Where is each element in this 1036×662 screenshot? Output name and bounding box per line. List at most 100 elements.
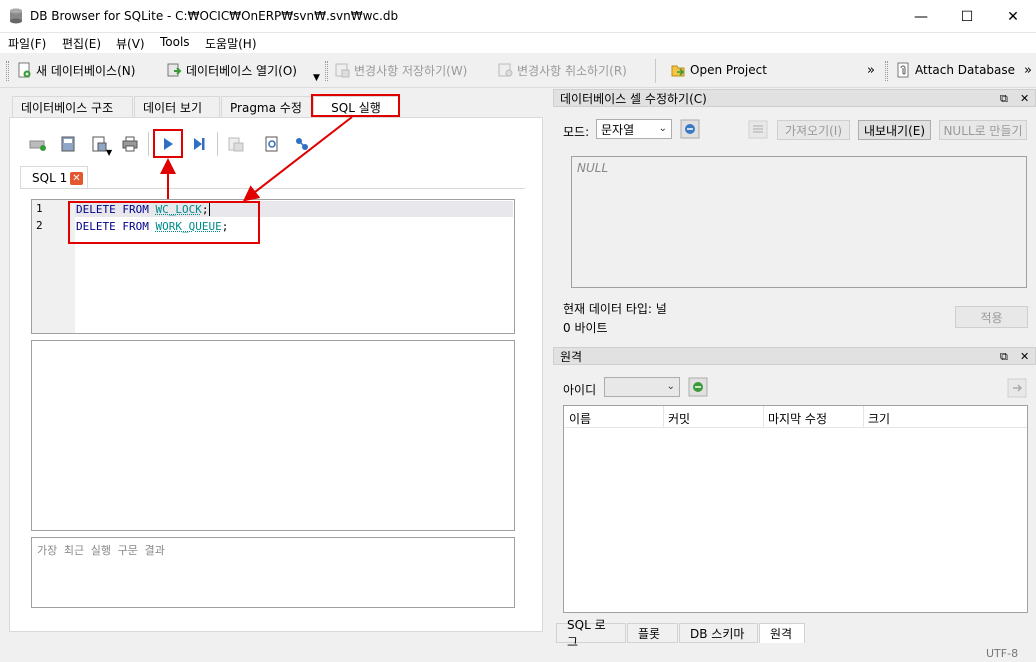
remote-settings-icon[interactable] xyxy=(688,377,708,397)
results-grid[interactable] xyxy=(31,340,515,531)
data-type-label: 현재 데이터 타입: 널 xyxy=(563,302,667,316)
menu-tools[interactable]: Tools xyxy=(160,35,190,49)
toolbar-grip[interactable] xyxy=(6,61,9,81)
write-changes-label: 변경사항 저장하기(W) xyxy=(354,63,468,78)
chevron-down-icon: ⌄ xyxy=(666,381,675,392)
write-changes-icon xyxy=(335,63,350,78)
menu-edit[interactable]: 편집(E) xyxy=(62,35,101,52)
column-header[interactable]: 크기 xyxy=(868,410,890,427)
print-icon[interactable] xyxy=(121,135,139,153)
maximize-button[interactable]: ☐ xyxy=(944,0,990,33)
execute-line-icon[interactable] xyxy=(190,135,208,153)
dock-title-label: 원격 xyxy=(560,349,583,364)
remote-upload-icon[interactable] xyxy=(1007,378,1027,398)
attach-database-button[interactable]: Attach Database xyxy=(895,59,1015,81)
identity-label: 아이디 xyxy=(563,383,597,397)
new-database-label: 새 데이터베이스(N) xyxy=(36,63,136,78)
data-size-label: 0 바이트 xyxy=(563,321,608,335)
menu-help[interactable]: 도움말(H) xyxy=(205,35,257,52)
close-dock-icon[interactable]: ✕ xyxy=(1020,92,1029,105)
annotation-highlight-tab xyxy=(311,94,400,117)
column-divider xyxy=(663,406,664,428)
sql-editor-tab[interactable]: SQL 1 ✕ xyxy=(20,166,88,189)
new-database-icon xyxy=(18,62,31,78)
mode-label: 모드: xyxy=(563,125,590,139)
open-database-button[interactable]: 데이터베이스 열기(O) xyxy=(166,59,297,81)
tab-plot[interactable]: 플롯 xyxy=(627,623,678,643)
chevron-down-icon: ⌄ xyxy=(658,123,667,134)
editor-toolbar-separator xyxy=(217,132,218,156)
open-project-button[interactable]: Open Project xyxy=(670,59,767,81)
mode-select-value: 문자열 xyxy=(601,122,635,137)
new-database-button[interactable]: 새 데이터베이스(N) xyxy=(16,59,135,81)
export-results-icon[interactable] xyxy=(227,135,245,153)
cell-editor[interactable]: NULL xyxy=(571,156,1027,288)
line-number: 1 xyxy=(36,202,43,215)
attach-database-label: Attach Database xyxy=(915,63,1016,77)
toolbar-grip[interactable] xyxy=(885,61,888,81)
close-tab-icon[interactable]: ✕ xyxy=(70,172,83,185)
float-dock-icon[interactable]: ⧉ xyxy=(1000,350,1008,364)
save-dropdown-icon[interactable]: ▼ xyxy=(106,148,112,157)
annotation-highlight-execute xyxy=(153,129,183,158)
open-database-icon xyxy=(167,63,182,77)
encoding-status: UTF-8 xyxy=(986,647,1019,660)
toolbar-separator xyxy=(655,59,656,83)
tab-database-structure[interactable]: 데이터베이스 구조 xyxy=(12,96,133,118)
float-dock-icon[interactable]: ⧉ xyxy=(1000,92,1008,106)
apply-button[interactable]: 적용 xyxy=(955,306,1028,328)
tab-label: SQL 로그 xyxy=(567,618,606,649)
auto-switch-icon[interactable] xyxy=(680,119,700,139)
menu-file[interactable]: 파일(F) xyxy=(8,35,46,52)
sql-tab-label: SQL 1 xyxy=(32,171,68,185)
column-header[interactable]: 커밋 xyxy=(668,410,690,427)
export-button[interactable]: 내보내기(E) xyxy=(858,120,931,140)
main-toolbar: 새 데이터베이스(N) 데이터베이스 열기(O) ▼ 변경사항 저장하기(W) … xyxy=(0,53,1036,88)
set-null-button[interactable]: NULL로 만들기 xyxy=(939,120,1027,140)
write-changes-button[interactable]: 변경사항 저장하기(W) xyxy=(334,59,467,81)
title-bar: DB Browser for SQLite - C:₩OCIC₩OnERP₩sv… xyxy=(0,0,1036,33)
column-header[interactable]: 이름 xyxy=(569,410,591,427)
column-divider xyxy=(763,406,764,428)
find-replace-icon[interactable] xyxy=(293,135,311,153)
open-sql-file-icon[interactable] xyxy=(59,135,77,153)
revert-changes-label: 변경사항 취소하기(R) xyxy=(517,63,627,78)
remote-list-header: 이름 커밋 마지막 수정 크기 xyxy=(564,406,1027,428)
toolbar-overflow-icon[interactable]: » xyxy=(1024,63,1032,78)
open-database-label: 데이터베이스 열기(O) xyxy=(186,63,297,78)
tab-label: 데이터 보기 xyxy=(143,101,203,115)
tab-browse-data[interactable]: 데이터 보기 xyxy=(134,96,220,118)
word-wrap-icon[interactable] xyxy=(748,120,768,139)
close-dock-icon[interactable]: ✕ xyxy=(1020,350,1029,363)
tab-sql-log[interactable]: SQL 로그 xyxy=(556,618,626,649)
message-pane[interactable]: 가장 최근 실행 구문 결과 xyxy=(31,537,515,608)
tab-label: 플롯 xyxy=(638,626,661,641)
tab-label: DB 스키마 xyxy=(690,626,745,641)
find-text-icon[interactable] xyxy=(263,135,281,153)
toolbar-overflow-icon[interactable]: » xyxy=(867,63,875,78)
annotation-highlight-code xyxy=(68,201,260,244)
attach-database-icon xyxy=(897,62,909,78)
menu-bar: 파일(F) 편집(E) 뷰(V) Tools 도움말(H) xyxy=(0,33,1036,53)
minimize-button[interactable]: — xyxy=(898,0,944,33)
toolbar-grip[interactable] xyxy=(325,61,328,81)
tab-db-schema[interactable]: DB 스키마 xyxy=(679,623,758,643)
import-button[interactable]: 가져오기(I) xyxy=(777,120,850,140)
remote-list[interactable]: 이름 커밋 마지막 수정 크기 xyxy=(563,405,1028,613)
tab-label: 데이터베이스 구조 xyxy=(21,101,114,115)
close-button[interactable]: ✕ xyxy=(990,0,1036,33)
tab-edit-pragmas[interactable]: Pragma 수정 xyxy=(221,96,312,118)
message-placeholder: 가장 최근 실행 구문 결과 xyxy=(37,544,165,557)
sql-tab-divider xyxy=(20,188,525,189)
open-project-label: Open Project xyxy=(690,63,767,77)
open-tab-icon[interactable] xyxy=(29,135,47,153)
column-divider xyxy=(863,406,864,428)
identity-select[interactable]: ⌄ xyxy=(604,377,680,397)
null-value-text: NULL xyxy=(577,161,609,175)
revert-changes-button[interactable]: 변경사항 취소하기(R) xyxy=(497,59,627,81)
open-database-dropdown-icon[interactable]: ▼ xyxy=(313,73,320,83)
menu-view[interactable]: 뷰(V) xyxy=(116,35,145,52)
column-header[interactable]: 마지막 수정 xyxy=(768,410,827,427)
tab-remote[interactable]: 원격 xyxy=(759,623,805,643)
mode-select[interactable]: 문자열 ⌄ xyxy=(596,119,672,139)
